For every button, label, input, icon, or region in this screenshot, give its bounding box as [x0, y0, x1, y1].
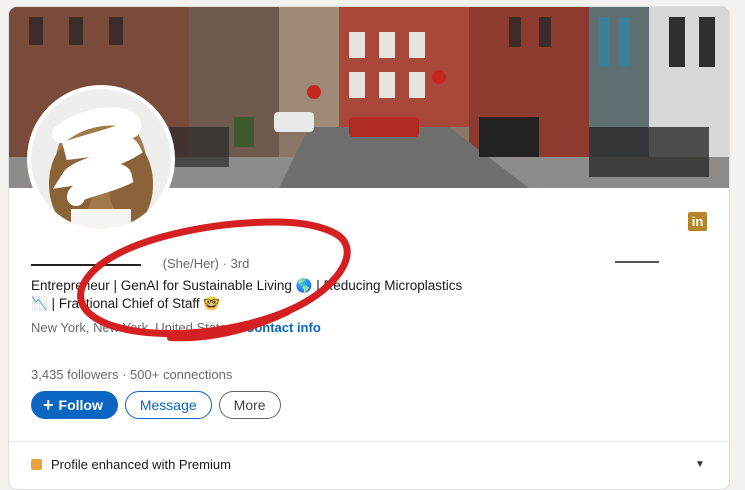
location-separator: · [236, 320, 242, 335]
more-label: More [233, 397, 266, 413]
chevron-down-icon[interactable]: ▼ [695, 459, 705, 470]
profile-avatar[interactable] [31, 89, 171, 229]
message-label: Message [139, 397, 197, 413]
connection-degree: · 3rd [222, 256, 250, 271]
premium-label: Profile enhanced with Premium [51, 457, 231, 472]
stats-row: 3,435 followers · 500+ connections [31, 367, 232, 382]
followers-count[interactable]: 3,435 followers [31, 367, 118, 382]
action-buttons: + Follow Message More [31, 391, 281, 419]
message-button[interactable]: Message [124, 391, 212, 419]
location-row: New York, New York, United States · Cont… [31, 320, 321, 335]
redacted-line [615, 261, 659, 263]
divider [9, 441, 729, 442]
connections-count[interactable]: 500+ connections [130, 367, 232, 382]
stats-separator: · [122, 367, 127, 382]
contact-info-link[interactable]: Contact info [245, 320, 321, 335]
premium-icon [31, 459, 42, 470]
location-text: New York, New York, United States [31, 320, 234, 335]
more-button[interactable]: More [218, 391, 281, 419]
headline-line-2: 📉 | Fractional Chief of Staff 🤓 [31, 296, 221, 311]
profile-card: in (She/Her) · 3rd Entrepreneur | GenAI … [9, 7, 729, 489]
headline: Entrepreneur | GenAI for Sustainable Liv… [31, 277, 501, 313]
name-row: (She/Her) · 3rd [31, 256, 249, 271]
linkedin-icon[interactable]: in [688, 212, 707, 231]
premium-row[interactable]: Profile enhanced with Premium [31, 457, 231, 472]
pronouns: (She/Her) [162, 256, 219, 271]
plus-icon: + [43, 395, 54, 415]
redacted-name [31, 263, 141, 266]
headline-line-1: Entrepreneur | GenAI for Sustainable Liv… [31, 278, 463, 293]
follow-button[interactable]: + Follow [31, 391, 118, 419]
follow-label: Follow [58, 397, 103, 413]
